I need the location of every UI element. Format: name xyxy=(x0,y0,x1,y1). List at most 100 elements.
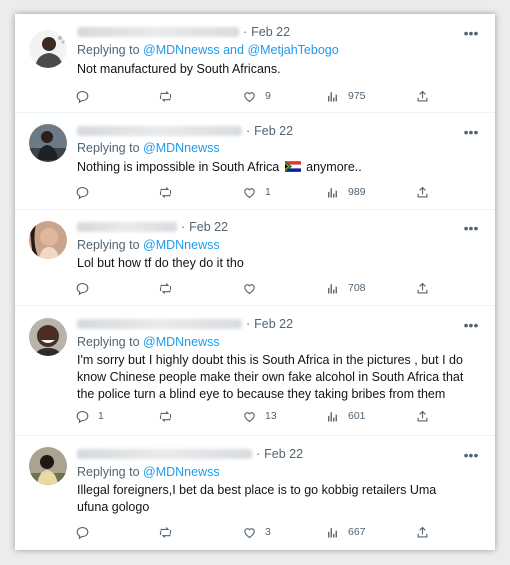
mention-joiner[interactable]: and xyxy=(223,43,244,57)
replying-prefix: Replying to xyxy=(77,335,140,349)
reply-tweet[interactable]: · Feb 22 ••• Replying to @MDNnewss Illeg… xyxy=(15,436,495,550)
reply-button[interactable] xyxy=(75,183,98,201)
like-button[interactable] xyxy=(242,279,265,297)
views-button[interactable]: 989 xyxy=(325,183,366,201)
like-button[interactable]: 13 xyxy=(242,407,277,425)
user-avatar[interactable] xyxy=(29,221,67,259)
share-button[interactable] xyxy=(415,407,430,425)
share-button[interactable] xyxy=(415,279,430,297)
reply-button[interactable] xyxy=(75,523,98,541)
share-button[interactable] xyxy=(415,523,430,541)
replying-prefix: Replying to xyxy=(77,238,140,252)
views-button[interactable]: 667 xyxy=(325,523,366,541)
redacted-username[interactable] xyxy=(77,27,239,37)
share-button[interactable] xyxy=(415,87,430,105)
mention-link[interactable]: @MDNnewss xyxy=(143,238,220,252)
user-avatar[interactable] xyxy=(29,124,67,162)
share-icon xyxy=(417,410,428,421)
redacted-username[interactable] xyxy=(77,319,242,329)
views-button[interactable]: 708 xyxy=(325,279,366,297)
retweet-icon xyxy=(159,410,172,422)
share-button[interactable] xyxy=(415,183,430,201)
retweet-button[interactable] xyxy=(158,279,181,297)
replying-prefix: Replying to xyxy=(77,43,140,57)
reply-icon xyxy=(76,186,89,199)
more-options-icon[interactable]: ••• xyxy=(463,221,479,239)
redacted-username[interactable] xyxy=(77,449,252,459)
tweet-date[interactable]: Feb 22 xyxy=(254,124,293,138)
heart-icon xyxy=(244,187,255,198)
views-button[interactable]: 601 xyxy=(325,407,366,425)
tweet-date[interactable]: Feb 22 xyxy=(251,25,290,39)
view-count: 667 xyxy=(348,526,366,538)
tweet-date[interactable]: Feb 22 xyxy=(189,220,228,234)
reply-tweet[interactable]: · Feb 22 ••• Replying to @MDNnewss Nothi… xyxy=(15,113,495,210)
reply-icon xyxy=(76,282,89,295)
views-icon xyxy=(328,283,337,293)
tweet-actions: 9 975 xyxy=(75,87,428,105)
reply-button[interactable] xyxy=(75,279,98,297)
views-icon xyxy=(328,91,337,101)
tweet-text: Lol but how tf do they do it tho xyxy=(77,256,244,270)
reply-tweet[interactable]: · Feb 22 ••• Replying to @MDNnewss and @… xyxy=(15,14,495,113)
retweet-button[interactable] xyxy=(158,407,181,425)
replies-panel: · Feb 22 ••• Replying to @MDNnewss and @… xyxy=(15,14,495,550)
like-count: 9 xyxy=(265,90,271,102)
tweet-header: · Feb 22 xyxy=(77,24,290,40)
heart-icon xyxy=(244,411,255,422)
reply-icon xyxy=(76,90,89,103)
replying-prefix: Replying to xyxy=(77,465,140,479)
retweet-button[interactable] xyxy=(158,523,181,541)
like-button[interactable]: 1 xyxy=(242,183,271,201)
reply-tweet[interactable]: · Feb 22 ••• Replying to @MDNnewss I'm s… xyxy=(15,306,495,436)
share-icon xyxy=(417,282,428,293)
redacted-username[interactable] xyxy=(77,126,242,136)
tweet-text: I'm sorry but I highly doubt this is Sou… xyxy=(77,353,464,401)
tweet-date[interactable]: Feb 22 xyxy=(264,447,303,461)
more-options-icon[interactable]: ••• xyxy=(463,125,479,143)
reply-icon xyxy=(76,410,89,423)
views-icon xyxy=(328,527,337,537)
tweet-header: · Feb 22 xyxy=(77,219,228,235)
mention-link[interactable]: @MDNnewss xyxy=(143,465,220,479)
retweet-button[interactable] xyxy=(158,87,181,105)
like-button[interactable]: 3 xyxy=(242,523,271,541)
reply-tweet[interactable]: · Feb 22 ••• Replying to @MDNnewss Lol b… xyxy=(15,210,495,306)
tweet-text: Nothing is impossible in South Africa xyxy=(77,160,280,174)
retweet-icon xyxy=(159,186,172,198)
user-avatar[interactable] xyxy=(29,447,67,485)
views-button[interactable]: 975 xyxy=(325,87,366,105)
tweet-actions: 1 13 601 xyxy=(75,407,428,425)
mention-link[interactable]: @MDNnewss xyxy=(143,141,220,155)
tweet-header: · Feb 22 xyxy=(77,316,293,332)
reply-button[interactable] xyxy=(75,87,98,105)
like-count: 1 xyxy=(265,186,271,198)
tweet-actions: 708 xyxy=(75,279,428,297)
mention-link[interactable]: @MetjahTebogo xyxy=(247,43,338,57)
tweet-date[interactable]: Feb 22 xyxy=(254,317,293,331)
tweet-text-wrap: Nothing is impossible in South Africa an… xyxy=(77,159,479,176)
redacted-username[interactable] xyxy=(77,222,177,232)
share-icon xyxy=(417,526,428,537)
more-options-icon[interactable]: ••• xyxy=(463,26,479,44)
south-africa-flag-icon xyxy=(284,161,301,172)
separator-dot: · xyxy=(243,25,248,39)
mention-link[interactable]: @MDNnewss xyxy=(143,43,220,57)
more-options-icon[interactable]: ••• xyxy=(463,448,479,466)
replying-to: Replying to @MDNnewss xyxy=(77,335,220,349)
mention-link[interactable]: @MDNnewss xyxy=(143,335,220,349)
user-avatar[interactable] xyxy=(29,30,67,68)
reply-button[interactable]: 1 xyxy=(75,407,104,425)
tweet-text-suffix: anymore.. xyxy=(306,160,362,174)
retweet-icon xyxy=(159,90,172,102)
like-count: 13 xyxy=(265,410,277,422)
more-options-icon[interactable]: ••• xyxy=(463,318,479,336)
user-avatar[interactable] xyxy=(29,318,67,356)
view-count: 975 xyxy=(348,90,366,102)
view-count: 989 xyxy=(348,186,366,198)
like-button[interactable]: 9 xyxy=(242,87,271,105)
heart-icon xyxy=(244,527,255,538)
retweet-button[interactable] xyxy=(158,183,181,201)
views-icon xyxy=(328,411,337,421)
separator-dot: · xyxy=(246,124,251,138)
